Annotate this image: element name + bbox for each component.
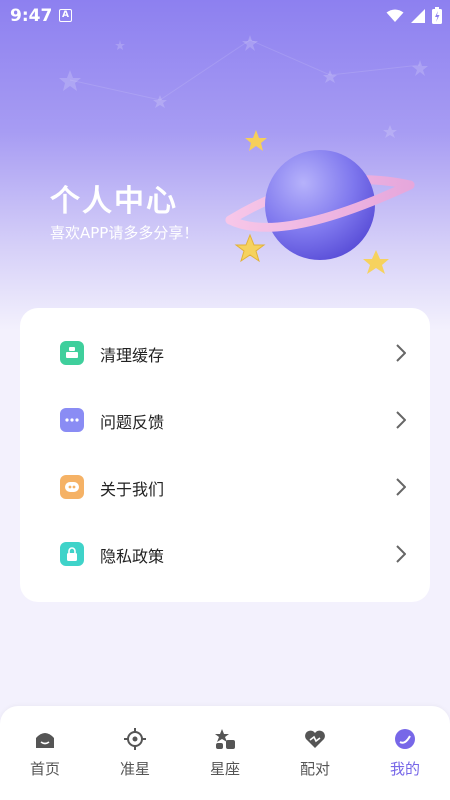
tab-label: 星座 — [209, 760, 240, 778]
tab-crosshair[interactable]: 准星 — [90, 706, 180, 800]
menu-item-label: 清理缓存 — [100, 346, 165, 365]
chevron-right-icon — [396, 545, 406, 563]
chevron-right-icon — [396, 344, 406, 362]
status-icons — [386, 7, 442, 24]
info-icon — [60, 475, 84, 499]
tab-match[interactable]: 配对 — [270, 706, 360, 800]
chevron-right-icon — [396, 478, 406, 496]
tab-label: 我的 — [389, 760, 420, 778]
page-title: 个人中心 — [50, 184, 178, 219]
menu-item-clear-cache[interactable]: 清理缓存 — [20, 320, 430, 386]
status-bar: 9:47 A — [0, 0, 450, 32]
status-time: 9:47 — [10, 6, 53, 26]
lock-icon — [60, 542, 84, 566]
settings-menu-card: 清理缓存 问题反馈 关于我们 隐私政策 — [20, 308, 430, 602]
page-subtitle: 喜欢APP请多多分享！ — [50, 224, 199, 242]
heart-icon — [305, 730, 325, 748]
tab-profile[interactable]: 我的 — [360, 706, 450, 800]
menu-item-about-us[interactable]: 关于我们 — [20, 454, 430, 520]
bottom-tab-bar: 首页 准星 星座 配对 我的 — [0, 706, 450, 800]
status-notification-badge: A — [59, 9, 72, 22]
menu-item-label: 关于我们 — [100, 480, 165, 499]
crosshair-icon — [124, 728, 146, 750]
menu-item-feedback[interactable]: 问题反馈 — [20, 387, 430, 453]
broom-icon — [60, 341, 84, 365]
profile-icon — [395, 729, 415, 749]
planet-illustration — [220, 125, 420, 285]
tab-label: 首页 — [29, 760, 60, 778]
menu-item-label: 问题反馈 — [100, 413, 165, 432]
message-icon — [60, 408, 84, 432]
home-icon — [36, 733, 54, 748]
constellation-icon — [215, 729, 235, 749]
tab-label: 准星 — [119, 760, 150, 778]
tab-home[interactable]: 首页 — [0, 706, 90, 800]
signal-icon — [411, 8, 425, 23]
battery-icon — [432, 7, 442, 24]
tab-label: 配对 — [299, 760, 330, 778]
wifi-icon — [386, 9, 404, 22]
menu-item-label: 隐私政策 — [100, 547, 165, 566]
chevron-right-icon — [396, 411, 406, 429]
tab-constellation[interactable]: 星座 — [180, 706, 270, 800]
header-banner: 9:47 A 个人中心 喜欢APP请多多分享！ — [0, 0, 450, 330]
menu-item-privacy-policy[interactable]: 隐私政策 — [20, 521, 430, 587]
